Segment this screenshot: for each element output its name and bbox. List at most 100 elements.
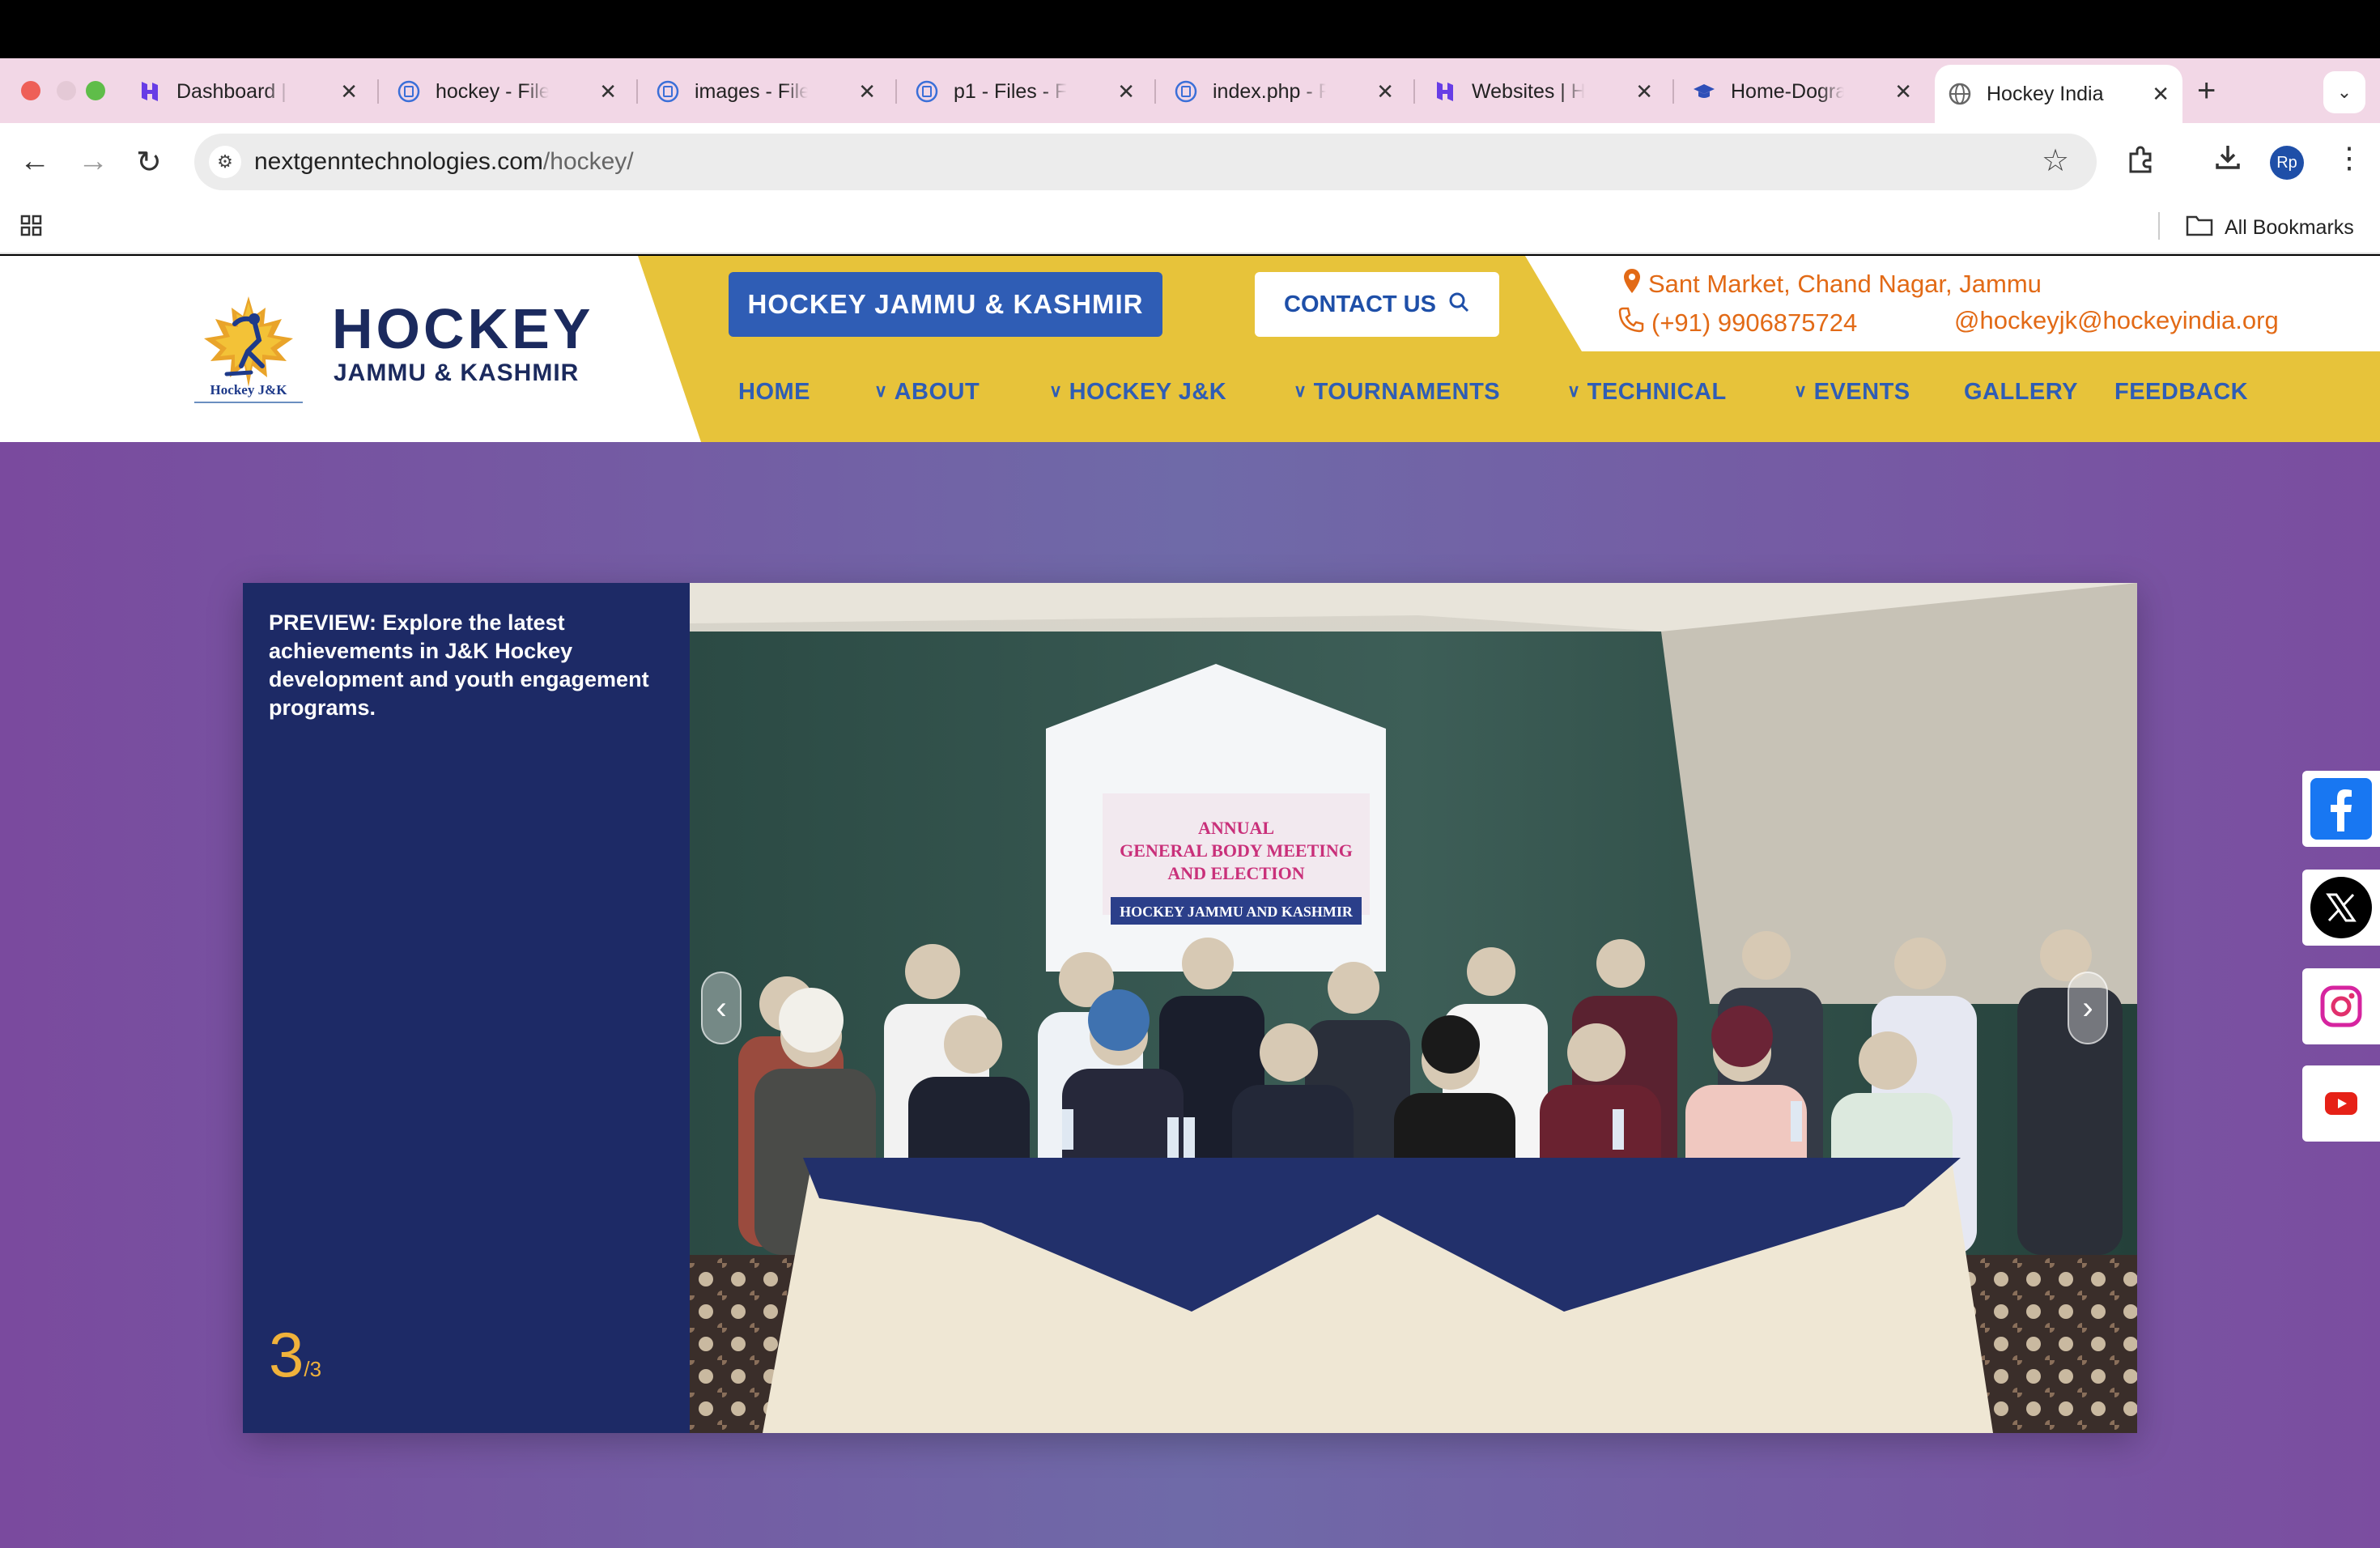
tab-close-icon[interactable]: ✕ bbox=[1635, 79, 1653, 104]
nav-tournaments[interactable]: ∨ TOURNAMENTS bbox=[1294, 379, 1500, 406]
slide-counter: 3/3 bbox=[269, 1318, 321, 1392]
bookmarks-bar bbox=[0, 201, 2380, 254]
brand-title[interactable]: HOCKEY bbox=[332, 296, 593, 361]
current-slide-number: 3 bbox=[269, 1319, 304, 1390]
phone-icon bbox=[1617, 306, 1645, 340]
zoom-window-button[interactable] bbox=[86, 81, 105, 100]
tab-dashboard[interactable]: Dashboard | Ho ✕ bbox=[125, 70, 371, 113]
back-button[interactable]: ← bbox=[19, 144, 50, 179]
nav-feedback-label: FEEDBACK bbox=[2114, 379, 2249, 405]
minimize-window-button[interactable] bbox=[57, 81, 76, 100]
site-info-icon[interactable]: ⚙ bbox=[209, 146, 241, 178]
tab-title: hockey - Files - bbox=[436, 79, 549, 103]
tab-hockey-files[interactable]: hockey - Files - ✕ bbox=[384, 70, 630, 113]
image-slider[interactable]: PREVIEW: Explore the latest achievements… bbox=[243, 583, 2137, 1433]
nav-technical[interactable]: ∨ TECHNICAL bbox=[1567, 379, 1727, 406]
nav-events-label: EVENTS bbox=[1813, 379, 1910, 405]
file-manager-icon bbox=[915, 79, 939, 104]
search-icon bbox=[1447, 291, 1470, 319]
chevron-down-icon: ∨ bbox=[1794, 381, 1808, 401]
tab-title: Home-Dogra Hi bbox=[1731, 79, 1844, 103]
url-text[interactable]: nextgenntechnologies.com/hockey/ bbox=[254, 148, 634, 176]
prev-slide-button[interactable]: ‹ bbox=[701, 972, 742, 1044]
tab-close-icon[interactable]: ✕ bbox=[1894, 79, 1912, 104]
browser-menu-icon[interactable]: ⋮ bbox=[2335, 141, 2364, 175]
address-line: Sant Market, Chand Nagar, Jammu bbox=[1622, 267, 2042, 301]
all-bookmarks-label: All Bookmarks bbox=[2225, 216, 2354, 239]
all-bookmarks-button[interactable]: All Bookmarks bbox=[2186, 214, 2354, 242]
extensions-icon[interactable] bbox=[2126, 144, 2157, 182]
hostinger-icon bbox=[138, 79, 162, 104]
hostinger-icon bbox=[1433, 79, 1457, 104]
facebook-link[interactable] bbox=[2302, 771, 2380, 847]
tab-close-icon[interactable]: ✕ bbox=[1117, 79, 1135, 104]
instagram-icon bbox=[2310, 976, 2372, 1037]
reload-button[interactable]: ↻ bbox=[136, 144, 162, 181]
x-twitter-link[interactable] bbox=[2302, 870, 2380, 946]
next-slide-button[interactable]: › bbox=[2068, 972, 2108, 1044]
youtube-link[interactable] bbox=[2302, 1065, 2380, 1142]
nav-home-label: HOME bbox=[738, 379, 810, 405]
close-window-button[interactable] bbox=[21, 81, 40, 100]
tab-divider bbox=[1672, 79, 1674, 104]
email-line[interactable]: @hockeyjk@hockeyindia.org bbox=[1954, 306, 2279, 335]
tab-images-files[interactable]: images - Files - ✕ bbox=[643, 70, 889, 113]
contact-us-button[interactable]: CONTACT US bbox=[1255, 272, 1499, 337]
banner-subtitle: HOCKEY JAMMU AND KASHMIR bbox=[1120, 904, 1354, 920]
tab-close-icon[interactable]: ✕ bbox=[599, 79, 617, 104]
nav-tournaments-label: TOURNAMENTS bbox=[1313, 379, 1501, 405]
tab-p1-files[interactable]: p1 - Files - File ✕ bbox=[902, 70, 1148, 113]
nav-gallery[interactable]: GALLERY bbox=[1964, 379, 2078, 406]
bookmark-star-icon[interactable]: ☆ bbox=[2042, 142, 2069, 179]
slide-photo-group-meeting: ANNUAL GENERAL BODY MEETING AND ELECTION… bbox=[690, 583, 2137, 1433]
folder-icon bbox=[2186, 214, 2213, 242]
phone-line[interactable]: (+91) 9906875724 bbox=[1617, 306, 1857, 340]
tab-close-icon[interactable]: ✕ bbox=[858, 79, 876, 104]
apps-grid-icon[interactable] bbox=[19, 214, 44, 245]
nav-events[interactable]: ∨ EVENTS bbox=[1794, 379, 1910, 406]
youtube-icon bbox=[2310, 1073, 2372, 1134]
nav-about-label: ABOUT bbox=[894, 379, 980, 405]
chevron-down-icon: ∨ bbox=[1567, 381, 1581, 401]
contact-us-label: CONTACT US bbox=[1284, 291, 1436, 317]
tab-title: index.php - File bbox=[1213, 79, 1326, 103]
tab-hockey-india[interactable]: Hockey India ✕ bbox=[1935, 65, 2182, 123]
nav-about[interactable]: ∨ ABOUT bbox=[874, 379, 980, 406]
url-host: nextgenntechnologies.com bbox=[254, 148, 543, 175]
tab-title: Hockey India bbox=[1987, 82, 2104, 105]
tab-title: p1 - Files - File bbox=[954, 79, 1067, 103]
tab-close-icon[interactable]: ✕ bbox=[340, 79, 358, 104]
new-tab-button[interactable]: + bbox=[2197, 73, 2216, 109]
profile-avatar[interactable]: Rp bbox=[2270, 146, 2304, 180]
chevron-down-icon: ∨ bbox=[874, 381, 888, 401]
location-pin-icon bbox=[1622, 267, 1642, 301]
tab-divider bbox=[895, 79, 897, 104]
email-text: @hockeyjk@hockeyindia.org bbox=[1954, 306, 2279, 334]
file-manager-icon bbox=[656, 79, 680, 104]
nav-feedback[interactable]: FEEDBACK bbox=[2114, 379, 2248, 406]
graduation-cap-icon bbox=[1692, 79, 1716, 104]
tab-search-button[interactable]: ⌄ bbox=[2323, 71, 2365, 113]
tab-home-dogra[interactable]: Home-Dogra Hi ✕ bbox=[1679, 70, 1925, 113]
tab-index-php[interactable]: index.php - File ✕ bbox=[1161, 70, 1407, 113]
nav-gallery-label: GALLERY bbox=[1964, 379, 2078, 405]
nav-hockey-jk[interactable]: ∨ HOCKEY J&K bbox=[1049, 379, 1226, 406]
tab-title: Dashboard | Ho bbox=[176, 79, 290, 103]
tab-close-icon[interactable]: ✕ bbox=[2152, 82, 2170, 107]
download-icon[interactable] bbox=[2213, 142, 2242, 179]
nav-home[interactable]: HOME bbox=[738, 379, 810, 406]
tab-websites[interactable]: Websites | Host ✕ bbox=[1420, 70, 1666, 113]
web-page: Hockey J&K HOCKEY JAMMU & KASHMIR HOCKEY… bbox=[0, 256, 2380, 1548]
tab-divider bbox=[1413, 79, 1415, 104]
tab-title: images - Files - bbox=[695, 79, 808, 103]
instagram-link[interactable] bbox=[2302, 968, 2380, 1044]
forward-button[interactable]: → bbox=[78, 144, 108, 179]
hockey-jk-button[interactable]: HOCKEY JAMMU & KASHMIR bbox=[729, 272, 1162, 337]
x-twitter-icon bbox=[2310, 877, 2372, 938]
url-path: /hockey/ bbox=[542, 148, 634, 175]
banner-line: ANNUAL bbox=[1198, 818, 1274, 838]
tab-close-icon[interactable]: ✕ bbox=[1376, 79, 1394, 104]
tab-divider bbox=[1154, 79, 1156, 104]
phone-text: (+91) 9906875724 bbox=[1651, 308, 1858, 337]
brand-subtitle[interactable]: JAMMU & KASHMIR bbox=[334, 359, 579, 387]
